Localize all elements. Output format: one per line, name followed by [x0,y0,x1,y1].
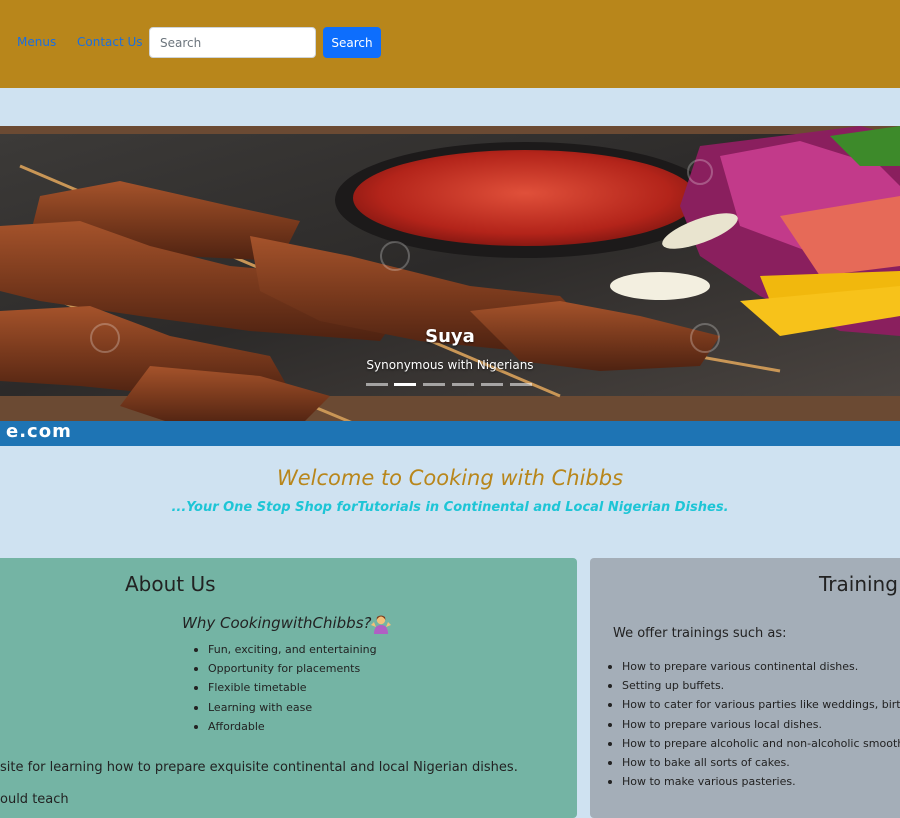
carousel-indicator-2[interactable] [394,383,416,386]
list-item: Fun, exciting, and entertaining [194,640,377,659]
about-features-list: Fun, exciting, and entertaining Opportun… [194,640,377,736]
list-item: How to bake all sorts of cakes. [608,753,900,772]
training-list: How to prepare various continental dishe… [608,657,900,791]
list-item: Flexible timetable [194,678,377,697]
search-input[interactable] [149,27,316,58]
about-paragraph-1: site for learning how to prepare exquisi… [0,760,518,775]
list-item: Learning with ease [194,698,377,717]
list-item: How to prepare alcoholic and non-alcohol… [608,734,900,753]
hero-carousel[interactable]: Suya Synonymous with Nigerians e.com [0,126,900,446]
welcome-subtitle: ...Your One Stop Shop forTutorials in Co… [171,500,729,515]
training-intro: We offer trainings such as: [613,626,787,641]
slide-title: Suya [425,326,475,347]
welcome-title: Welcome to Cooking with Chibbs [276,466,624,490]
carousel-indicator-6[interactable] [510,383,532,386]
nav-link-menus[interactable]: Menus [17,35,56,49]
why-heading: Why CookingwithChibbs? [182,614,372,632]
list-item: Setting up buffets. [608,676,900,695]
search-button[interactable]: Search [323,27,381,58]
carousel-indicator-1[interactable] [366,383,388,386]
nav-link-contact-us[interactable]: Contact Us [77,35,143,49]
watermark-text: e.com [6,421,72,442]
list-item: Opportunity for placements [194,659,377,678]
carousel-indicator-4[interactable] [452,383,474,386]
image-watermark-strip: e.com [0,421,900,446]
suya-slide-image [0,126,900,446]
about-title: About Us [125,572,216,596]
person-shrugging-icon [371,615,391,634]
list-item: How to prepare various local dishes. [608,715,900,734]
carousel-indicator-5[interactable] [481,383,503,386]
carousel-indicator-3[interactable] [423,383,445,386]
training-title: Training [819,572,898,596]
navbar: Menus Contact Us Search [0,0,900,88]
list-item: Affordable [194,717,377,736]
list-item: How to prepare various continental dishe… [608,657,900,676]
slide-caption: Synonymous with Nigerians [366,358,534,372]
list-item: How to make various pasteries. [608,772,900,791]
list-item: How to cater for various parties like we… [608,695,900,714]
